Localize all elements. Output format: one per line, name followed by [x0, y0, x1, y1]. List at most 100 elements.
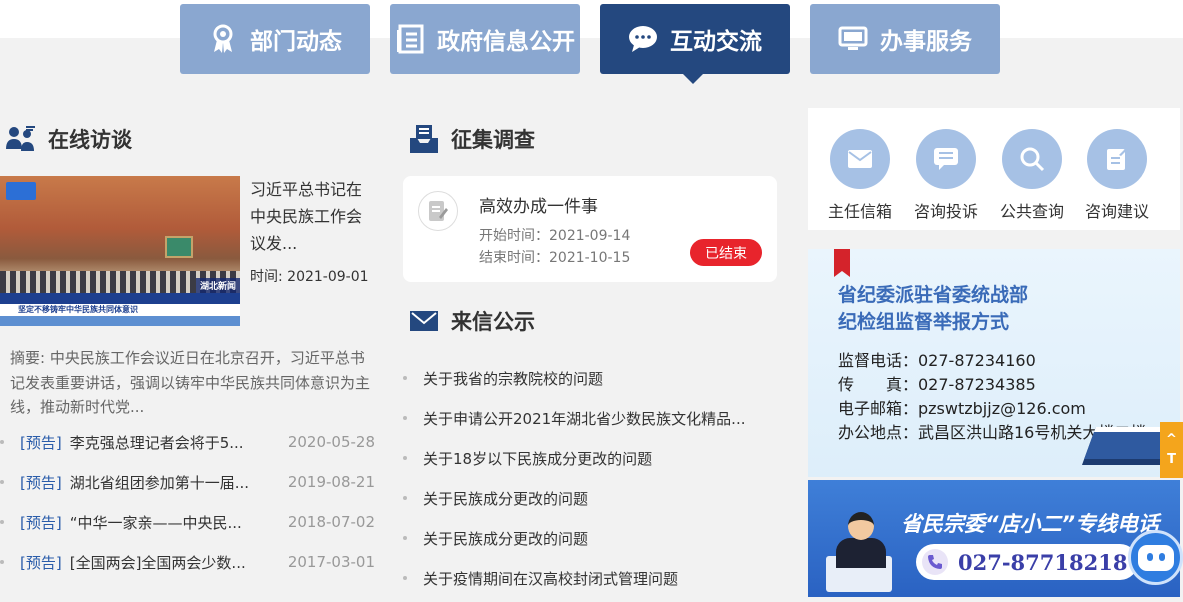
- tab-services[interactable]: 办事服务: [810, 4, 1000, 74]
- monitor-icon: [838, 24, 868, 54]
- news-ticker: [0, 293, 240, 304]
- hotline-title: 省民宗委“店小二”专线电话: [901, 512, 1160, 536]
- tab-label: 政府信息公开: [437, 29, 575, 55]
- letter-title[interactable]: 关于民族成分更改的问题: [423, 488, 768, 509]
- news-caption: 坚定不移铸牢中华民族共同体意识: [0, 304, 240, 316]
- operator-head: [848, 512, 874, 540]
- bullet: [403, 576, 407, 580]
- status-badge: 已结束: [690, 239, 762, 266]
- tab-department-news[interactable]: 部门动态: [180, 4, 370, 74]
- bullet: [0, 440, 4, 444]
- section-title: 在线访谈: [48, 128, 132, 152]
- notice-tag: [预告]: [20, 553, 62, 572]
- banner-title-line1: 省纪委派驻省委统战部: [838, 284, 1029, 306]
- notice-date: 2018-07-02: [287, 513, 375, 531]
- quick-links-panel: 主任信箱 咨询投诉 公共查询 咨询建议: [808, 108, 1180, 230]
- survey-title[interactable]: 高效办成一件事: [479, 192, 598, 217]
- list-item[interactable]: 关于申请公开2021年湖北省少数民族文化精品...: [403, 407, 777, 429]
- list-item[interactable]: [预告] “中华一家亲——中央民... 2018-07-02: [0, 511, 375, 533]
- back-to-top-tab[interactable]: ^ T: [1160, 422, 1183, 478]
- caret-up-icon: ^: [1166, 432, 1177, 447]
- document-list-icon: [395, 24, 425, 54]
- notice-title[interactable]: 湖北省组团参加第十一届...: [70, 472, 270, 493]
- bullet: [403, 456, 407, 460]
- message-list-icon: [916, 129, 976, 189]
- banner-title: 省纪委派驻省委统战部 纪检组监督举报方式: [838, 282, 1028, 336]
- list-item[interactable]: [预告] 湖北省组团参加第十一届... 2019-08-21: [0, 471, 375, 493]
- list-item[interactable]: [预告] 李克强总理记者会将于5... 2020-05-28: [0, 431, 375, 453]
- active-tab-pointer: [682, 73, 704, 84]
- letter-title[interactable]: 关于我省的宗教院校的问题: [423, 368, 768, 389]
- phone-icon: [922, 549, 948, 575]
- list-item[interactable]: 关于疫情期间在汉高校封闭式管理问题: [403, 567, 777, 589]
- letter-title[interactable]: 关于民族成分更改的问题: [423, 528, 768, 549]
- notice-date: 2019-08-21: [287, 473, 375, 491]
- tab-interaction[interactable]: 互动交流: [600, 4, 790, 74]
- list-item[interactable]: 关于民族成分更改的问题: [403, 487, 777, 509]
- envelope-icon: [409, 306, 439, 336]
- bullet: [403, 416, 407, 420]
- quick-link-public-query[interactable]: 公共查询: [989, 129, 1075, 222]
- award-icon: [208, 24, 238, 54]
- mail-icon: [830, 129, 890, 189]
- tab-government-info[interactable]: 政府信息公开: [390, 4, 580, 74]
- inbox-icon: [409, 124, 439, 154]
- list-item[interactable]: [预告] [全国两会]全国两会少数... 2017-03-01: [0, 551, 375, 573]
- news-footer-bar: [0, 316, 240, 326]
- survey-card[interactable]: 高效办成一件事 开始时间：2021-09-14 结束时间：2021-10-15 …: [403, 176, 777, 282]
- tv-logo: [6, 182, 36, 200]
- notice-title[interactable]: “中华一家亲——中央民...: [70, 512, 270, 533]
- operator-illustration: [836, 538, 886, 568]
- online-interview-heading: 在线访谈: [6, 124, 132, 154]
- quick-link-consult-complaint[interactable]: 咨询投诉: [903, 129, 989, 222]
- report-email: 电子邮箱：pzswtzbjjz@126.com: [838, 399, 1086, 418]
- quick-link-director-mailbox[interactable]: 主任信箱: [817, 129, 903, 222]
- section-title: 征集调查: [451, 128, 535, 152]
- notice-date: 2020-05-28: [287, 433, 375, 451]
- letter-title[interactable]: 关于18岁以下民族成分更改的问题: [423, 448, 768, 469]
- notice-title[interactable]: 李克强总理记者会将于5...: [70, 432, 270, 453]
- survey-end-date: 结束时间：2021-10-15: [479, 250, 631, 266]
- letter-title[interactable]: 关于申请公开2021年湖北省少数民族文化精品...: [423, 408, 768, 429]
- side-tab-label: T: [1167, 452, 1176, 467]
- tab-label: 互动交流: [670, 29, 762, 55]
- stage-screen: [165, 236, 193, 258]
- letter-title[interactable]: 关于疫情期间在汉高校封闭式管理问题: [423, 568, 768, 589]
- survey-heading: 征集调查: [409, 124, 535, 154]
- interview-thumbnail[interactable]: 湖北新闻 坚定不移铸牢中华民族共同体意识: [0, 176, 240, 326]
- bookmark-icon: [834, 249, 850, 277]
- edit-document-icon: [418, 191, 458, 231]
- notice-tag: [预告]: [20, 513, 62, 532]
- notice-tag: [预告]: [20, 433, 62, 452]
- hotline-banner[interactable]: 省民宗委“店小二”专线电话 027-87718218: [808, 480, 1180, 597]
- list-item[interactable]: 关于民族成分更改的问题: [403, 527, 777, 549]
- survey-start-date: 开始时间：2021-09-14: [479, 228, 631, 244]
- report-phone: 监督电话：027-87234160: [838, 351, 1036, 370]
- chatbot-robot-icon[interactable]: [1128, 530, 1183, 585]
- hotline-phone-pill: 027-87718218: [916, 544, 1138, 580]
- tab-label: 部门动态: [250, 29, 342, 55]
- robot-eye: [1158, 552, 1165, 561]
- bullet: [403, 496, 407, 500]
- bullet: [0, 560, 4, 564]
- search-icon: [1002, 129, 1062, 189]
- interview-feature-title[interactable]: 习近平总书记在中央民族工作会议发...: [250, 176, 375, 257]
- edit-note-icon: [1087, 129, 1147, 189]
- channel-badge: 湖北新闻: [196, 278, 240, 293]
- list-item[interactable]: 关于18岁以下民族成分更改的问题: [403, 447, 777, 469]
- quick-link-label: 公共查询: [999, 202, 1064, 221]
- section-title: 来信公示: [451, 310, 535, 334]
- quick-link-suggestion[interactable]: 咨询建议: [1074, 129, 1160, 222]
- notice-title[interactable]: [全国两会]全国两会少数...: [70, 552, 270, 573]
- quick-link-label: 主任信箱: [827, 202, 892, 221]
- report-fax: 传 真：027-87234385: [838, 375, 1036, 394]
- quick-link-label: 咨询建议: [1084, 202, 1149, 221]
- list-item[interactable]: 关于我省的宗教院校的问题: [403, 367, 777, 389]
- people-icon: [6, 124, 36, 154]
- notice-date: 2017-03-01: [287, 553, 375, 571]
- bullet: [403, 376, 407, 380]
- notice-tag: [预告]: [20, 473, 62, 492]
- supervision-report-banner[interactable]: 省纪委派驻省委统战部 纪检组监督举报方式 监督电话：027-87234160 传…: [808, 249, 1180, 477]
- quick-link-label: 咨询投诉: [913, 202, 978, 221]
- header-strip: [0, 0, 1183, 38]
